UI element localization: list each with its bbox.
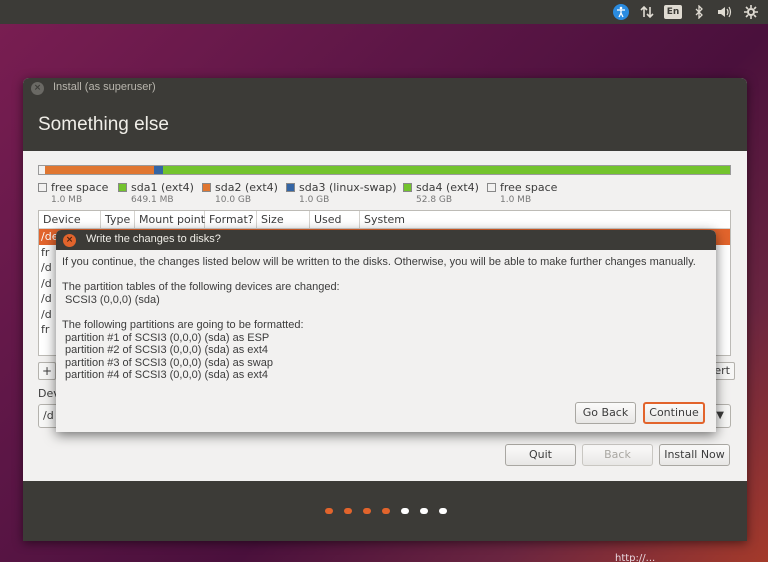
format-item: partition #2 of SCSI3 (0,0,0) (sda) as e…	[62, 344, 269, 357]
legend-item: sda1 (ext4) 649.1 MB	[118, 181, 194, 205]
legend-swatch	[38, 183, 47, 192]
top-panel: En	[0, 0, 768, 24]
format-item: partition #4 of SCSI3 (0,0,0) (sda) as e…	[62, 369, 269, 382]
column-header[interactable]: Used	[310, 211, 360, 228]
network-icon[interactable]	[636, 2, 658, 22]
back-button[interactable]: Back	[582, 444, 653, 466]
write-changes-dialog: × Write the changes to disks? If you con…	[56, 230, 716, 432]
legend-item: sda4 (ext4) 52.8 GB	[403, 181, 479, 205]
dialog-close-icon[interactable]: ×	[63, 234, 76, 247]
progress-dots	[325, 508, 447, 514]
legend-size: 649.1 MB	[131, 195, 174, 205]
partition-segment-sda2	[45, 166, 154, 174]
window-title: Install (as superuser)	[53, 81, 156, 93]
window-close-icon[interactable]: ×	[31, 82, 44, 95]
legend-name: sda1 (ext4)	[131, 181, 194, 194]
progress-footer	[23, 481, 747, 541]
changed-device-item: SCSI3 (0,0,0) (sda)	[62, 293, 160, 306]
legend-swatch	[118, 183, 127, 192]
dialog-title: Write the changes to disks?	[86, 233, 221, 245]
legend-name: free space	[51, 181, 109, 194]
legend-item: free space 1.0 MB	[487, 181, 557, 205]
progress-dot	[363, 508, 371, 514]
go-back-button[interactable]: Go Back	[575, 402, 636, 424]
bluetooth-icon[interactable]	[688, 2, 710, 22]
bootloader-device-value: /d	[43, 409, 54, 422]
partition-segment-sda3	[154, 166, 163, 174]
legend-size: 1.0 MB	[51, 195, 83, 205]
legend-name: sda2 (ext4)	[215, 181, 278, 194]
legend-item: free space 1.0 MB	[38, 181, 108, 205]
column-header[interactable]: Mount point	[135, 211, 205, 228]
progress-dot	[382, 508, 390, 514]
chevron-down-icon: ▼	[716, 410, 724, 421]
progress-dot	[325, 508, 333, 514]
add-partition-button[interactable]: +	[38, 362, 56, 380]
format-item: partition #1 of SCSI3 (0,0,0) (sda) as E…	[62, 331, 270, 344]
legend-name: free space	[500, 181, 558, 194]
column-header[interactable]: System	[360, 211, 730, 228]
partition-legend: free space 1.0 MB sda1 (ext4) 649.1 MB s…	[38, 181, 738, 205]
progress-dot	[344, 508, 352, 514]
legend-size: 52.8 GB	[416, 195, 453, 205]
format-heading: The following partitions are going to be…	[62, 318, 304, 331]
legend-size: 10.0 GB	[215, 195, 252, 205]
dialog-titlebar: × Write the changes to disks?	[56, 230, 716, 250]
progress-dot	[420, 508, 428, 514]
accessibility-icon[interactable]	[610, 2, 632, 22]
page-title: Something else	[38, 114, 169, 135]
legend-name: sda4 (ext4)	[416, 181, 479, 194]
volume-icon[interactable]	[714, 2, 736, 22]
dialog-message: If you continue, the changes listed belo…	[62, 256, 710, 382]
partition-bar	[38, 165, 731, 175]
window-titlebar: × Install (as superuser) Something else	[23, 78, 747, 151]
legend-swatch	[286, 183, 295, 192]
legend-name: sda3 (linux-swap)	[299, 181, 397, 194]
legend-size: 1.0 MB	[500, 195, 532, 205]
continue-button[interactable]: Continue	[643, 402, 705, 424]
table-header: Device Type Mount point Format? Size Use…	[39, 211, 730, 229]
keyboard-language-icon[interactable]: En	[662, 2, 684, 22]
column-header[interactable]: Format?	[205, 211, 257, 228]
language-label: En	[663, 5, 683, 19]
progress-dot	[439, 508, 447, 514]
partition-tables-heading: The partition tables of the following de…	[62, 281, 340, 294]
settings-gear-icon[interactable]	[740, 2, 762, 22]
format-item: partition #3 of SCSI3 (0,0,0) (sda) as s…	[62, 356, 273, 369]
legend-size: 1.0 GB	[299, 195, 330, 205]
column-header[interactable]: Device	[39, 211, 101, 228]
quit-button[interactable]: Quit	[505, 444, 576, 466]
progress-dot	[401, 508, 409, 514]
column-header[interactable]: Type	[101, 211, 135, 228]
watermark: http://...	[615, 553, 656, 562]
legend-swatch	[487, 183, 496, 192]
install-now-button[interactable]: Install Now	[659, 444, 730, 466]
column-header[interactable]: Size	[257, 211, 310, 228]
partition-segment-sda4	[163, 166, 730, 174]
dialog-intro: If you continue, the changes listed belo…	[62, 256, 696, 268]
legend-swatch	[403, 183, 412, 192]
legend-swatch	[202, 183, 211, 192]
legend-item: sda3 (linux-swap) 1.0 GB	[286, 181, 397, 205]
legend-item: sda2 (ext4) 10.0 GB	[202, 181, 278, 205]
